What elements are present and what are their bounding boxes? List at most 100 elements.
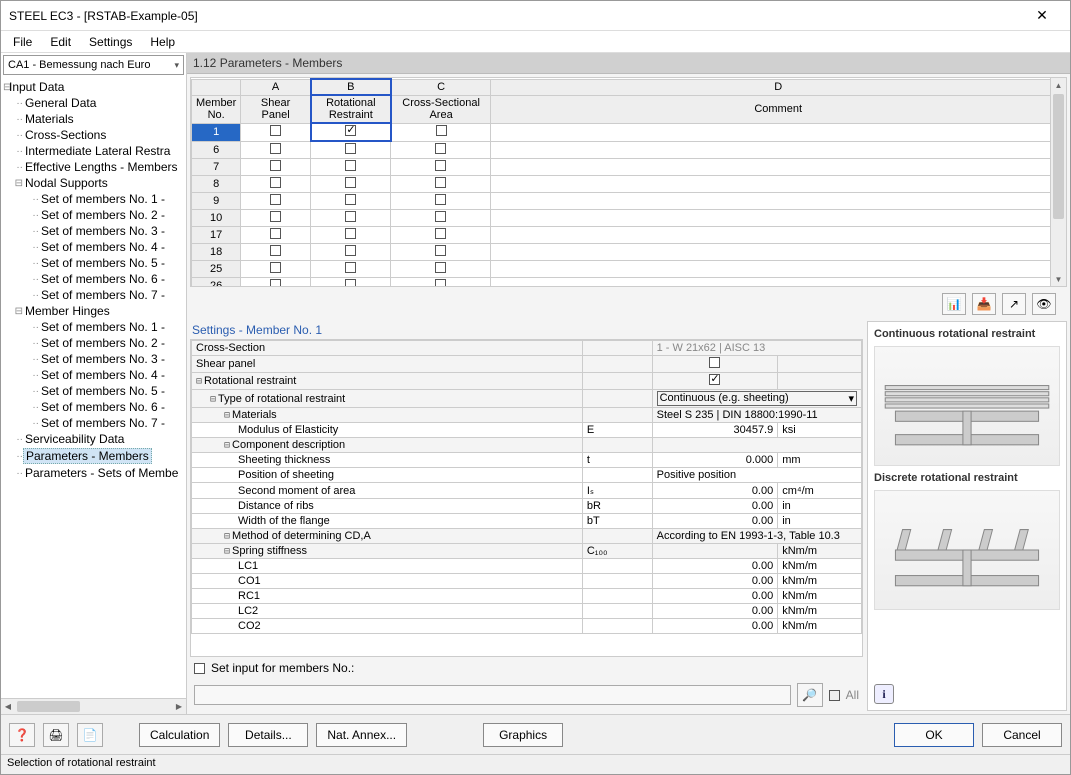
tree-item[interactable]: ·· Set of members No. 7 -: [3, 287, 183, 303]
checkbox[interactable]: [345, 279, 356, 287]
close-icon[interactable]: ✕: [1022, 1, 1062, 30]
menu-edit[interactable]: Edit: [42, 33, 79, 51]
row-header[interactable]: 18: [192, 244, 241, 261]
property-row[interactable]: ⊟Rotational restraint: [192, 373, 862, 390]
checkbox[interactable]: [270, 125, 281, 136]
help-icon[interactable]: ❓: [9, 723, 35, 747]
case-combo[interactable]: CA1 - Bemessung nach Euro ▾: [3, 55, 184, 75]
tree-item[interactable]: ·· Set of members No. 1 -: [3, 191, 183, 207]
tree-item[interactable]: ·· Set of members No. 6 -: [3, 399, 183, 415]
property-grid[interactable]: Cross-Section1 - W 21x62 | AISC 13Shear …: [190, 339, 863, 657]
tree-item[interactable]: ·· Materials: [3, 111, 183, 127]
tree-item[interactable]: ·· Set of members No. 3 -: [3, 223, 183, 239]
checkbox[interactable]: [270, 279, 281, 287]
row-header[interactable]: 6: [192, 141, 241, 159]
tree-item[interactable]: ·· Set of members No. 3 -: [3, 351, 183, 367]
checkbox[interactable]: [270, 211, 281, 222]
cancel-button[interactable]: Cancel: [982, 723, 1062, 747]
row-header[interactable]: 17: [192, 227, 241, 244]
property-row[interactable]: LC20.00kNm/m: [192, 604, 862, 619]
property-row[interactable]: ⊟Spring stiffnessC₁₀₀kNm/m: [192, 544, 862, 559]
row-header[interactable]: 25: [192, 261, 241, 278]
menu-settings[interactable]: Settings: [81, 33, 140, 51]
checkbox[interactable]: [435, 194, 446, 205]
graphics-button[interactable]: Graphics: [483, 723, 563, 747]
checkbox[interactable]: [345, 228, 356, 239]
property-row[interactable]: Cross-Section1 - W 21x62 | AISC 13: [192, 341, 862, 356]
menu-help[interactable]: Help: [142, 33, 183, 51]
checkbox[interactable]: [270, 228, 281, 239]
tree-item[interactable]: ⊟ Input Data: [3, 79, 183, 95]
calculation-button[interactable]: Calculation: [139, 723, 220, 747]
checkbox[interactable]: [345, 160, 356, 171]
view-icon[interactable]: 👁: [1032, 293, 1056, 315]
checkbox[interactable]: [435, 245, 446, 256]
property-row[interactable]: LC10.00kNm/m: [192, 559, 862, 574]
report-icon[interactable]: 📄: [77, 723, 103, 747]
set-input-checkbox[interactable]: [194, 663, 205, 674]
tree-item[interactable]: ·· Set of members No. 4 -: [3, 239, 183, 255]
checkbox[interactable]: [345, 194, 356, 205]
checkbox[interactable]: [435, 177, 446, 188]
checkbox[interactable]: [435, 262, 446, 273]
property-row[interactable]: Shear panel: [192, 356, 862, 373]
tree-item[interactable]: ·· Effective Lengths - Members: [3, 159, 183, 175]
row-header[interactable]: 7: [192, 159, 241, 176]
excel-export-icon[interactable]: 📊: [942, 293, 966, 315]
property-row[interactable]: Position of sheetingPositive position: [192, 468, 862, 483]
tree-item[interactable]: ·· General Data: [3, 95, 183, 111]
row-header[interactable]: 8: [192, 176, 241, 193]
tree-item[interactable]: ·· Set of members No. 2 -: [3, 335, 183, 351]
property-row[interactable]: ⊟Type of rotational restraintContinuous …: [192, 390, 862, 408]
checkbox[interactable]: [270, 194, 281, 205]
property-row[interactable]: RC10.00kNm/m: [192, 589, 862, 604]
members-grid[interactable]: ABCDMemberNo.ShearPanelRotationalRestrai…: [190, 77, 1067, 287]
property-row[interactable]: Second moment of areaIₛ0.00cm⁴/m: [192, 483, 862, 499]
ok-button[interactable]: OK: [894, 723, 974, 747]
tree-item[interactable]: ·· Set of members No. 7 -: [3, 415, 183, 431]
checkbox[interactable]: [345, 211, 356, 222]
row-header[interactable]: 26: [192, 278, 241, 288]
property-row[interactable]: CO10.00kNm/m: [192, 574, 862, 589]
tree-item[interactable]: ·· Set of members No. 1 -: [3, 319, 183, 335]
property-row[interactable]: ⊟Method of determining CD,AAccording to …: [192, 529, 862, 544]
checkbox[interactable]: [270, 245, 281, 256]
checkbox[interactable]: [436, 125, 447, 136]
scroll-right-icon[interactable]: ▶: [172, 702, 186, 711]
property-row[interactable]: Distance of ribsbR0.00in: [192, 499, 862, 514]
grid-vscroll[interactable]: ▲ ▼: [1050, 78, 1066, 286]
tree-item[interactable]: ·· Parameters - Sets of Membe: [3, 465, 183, 481]
scroll-down-icon[interactable]: ▼: [1051, 272, 1066, 286]
checkbox[interactable]: [709, 374, 720, 385]
checkbox[interactable]: [435, 160, 446, 171]
tree-item[interactable]: ·· Set of members No. 5 -: [3, 255, 183, 271]
tree-item[interactable]: ·· Cross-Sections: [3, 127, 183, 143]
tree-hscroll[interactable]: ◀ ▶: [1, 698, 186, 714]
set-input-field[interactable]: [194, 685, 791, 705]
tree-item[interactable]: ⊟ Nodal Supports: [3, 175, 183, 191]
chevron-down-icon[interactable]: ▾: [848, 392, 854, 405]
pick-members-icon[interactable]: 🔎: [797, 683, 823, 707]
checkbox[interactable]: [345, 125, 356, 136]
checkbox[interactable]: [270, 160, 281, 171]
tree-item[interactable]: ·· Set of members No. 6 -: [3, 271, 183, 287]
print-icon[interactable]: 🖨: [43, 723, 69, 747]
scroll-up-icon[interactable]: ▲: [1051, 78, 1066, 92]
checkbox[interactable]: [435, 211, 446, 222]
checkbox[interactable]: [270, 262, 281, 273]
checkbox[interactable]: [435, 279, 446, 287]
pick-icon[interactable]: ↗: [1002, 293, 1026, 315]
tree-item[interactable]: ·· Parameters - Members: [3, 447, 183, 465]
checkbox[interactable]: [270, 143, 281, 154]
row-header[interactable]: 9: [192, 193, 241, 210]
checkbox[interactable]: [345, 177, 356, 188]
tree-item[interactable]: ·· Intermediate Lateral Restra: [3, 143, 183, 159]
checkbox[interactable]: [345, 143, 356, 154]
row-header[interactable]: 10: [192, 210, 241, 227]
checkbox[interactable]: [345, 245, 356, 256]
details-button[interactable]: Details...: [228, 723, 308, 747]
checkbox[interactable]: [435, 143, 446, 154]
checkbox[interactable]: [709, 357, 720, 368]
property-row[interactable]: Width of the flangebT0.00in: [192, 514, 862, 529]
info-icon[interactable]: i: [874, 684, 894, 704]
